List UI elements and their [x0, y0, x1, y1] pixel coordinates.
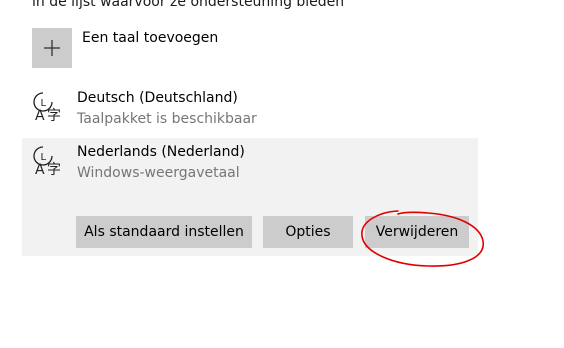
intro-text: in de lijst waarvoor ze ondersteuning bi…: [32, 0, 345, 10]
svg-text:字: 字: [47, 108, 61, 122]
language-settings-page: in de lijst waarvoor ze ondersteuning bi…: [0, 0, 564, 348]
language-item-nederlands[interactable]: L A 字 Nederlands (Nederland) Windows-wee…: [22, 138, 478, 256]
language-name: Nederlands (Nederland): [77, 144, 245, 160]
add-language-label[interactable]: Een taal toevoegen: [82, 30, 218, 46]
language-icon: L A 字: [33, 146, 61, 176]
set-default-button[interactable]: Als standaard instellen: [76, 216, 252, 248]
plus-icon: [44, 40, 60, 56]
add-language-row[interactable]: Een taal toevoegen: [32, 28, 332, 68]
language-name: Deutsch (Deutschland): [77, 90, 238, 106]
language-status: Taalpakket is beschikbaar: [77, 111, 257, 127]
svg-text:A: A: [35, 108, 45, 122]
svg-text:A: A: [35, 162, 45, 176]
add-language-tile[interactable]: [32, 28, 72, 68]
language-item-deutsch[interactable]: L A 字 Deutsch (Deutschland) Taalpakket i…: [22, 84, 478, 134]
remove-button[interactable]: Verwijderen: [365, 216, 469, 248]
options-button[interactable]: Opties: [263, 216, 353, 248]
language-icon: L A 字: [33, 92, 61, 122]
svg-text:字: 字: [47, 162, 61, 176]
language-status: Windows-weergavetaal: [77, 165, 240, 181]
